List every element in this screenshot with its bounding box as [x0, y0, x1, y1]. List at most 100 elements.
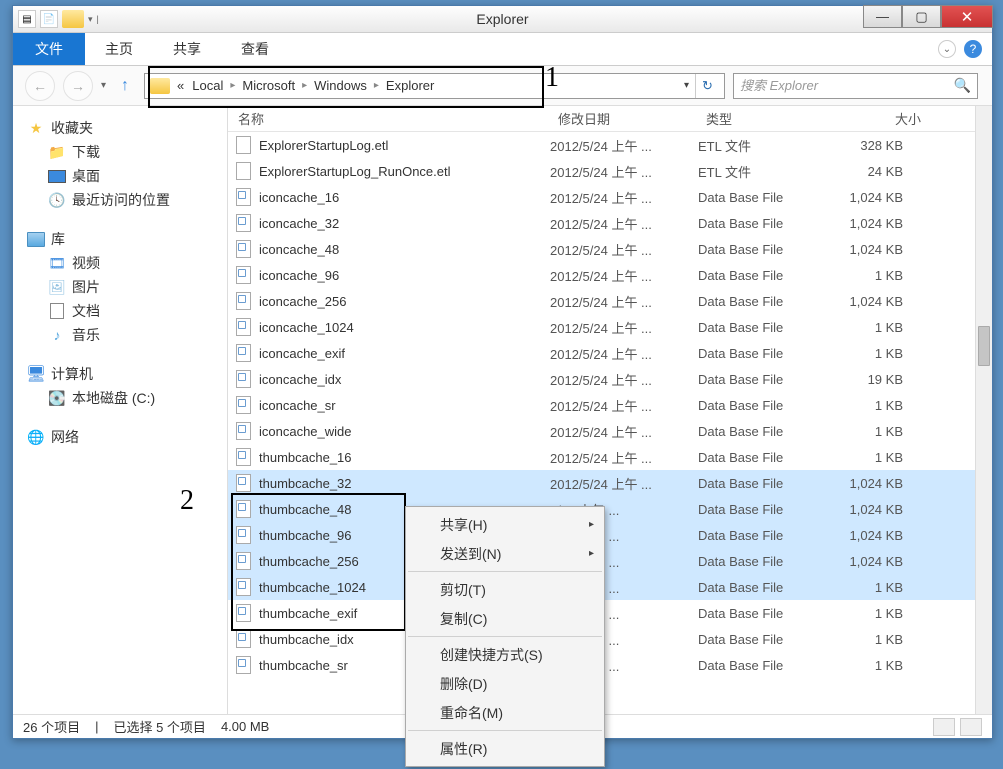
network-heading[interactable]: 🌐 网络: [13, 425, 227, 449]
divider-icon: |: [97, 14, 99, 24]
address-dropdown-icon[interactable]: ▾: [684, 80, 689, 91]
address-bar[interactable]: « Local ▸ Microsoft ▸ Windows ▸ Explorer…: [144, 73, 725, 99]
crumb-ellipsis[interactable]: «: [173, 78, 188, 93]
chevron-right-icon[interactable]: ▸: [299, 80, 310, 91]
file-row[interactable]: iconcache_962012/5/24 上午 ...Data Base Fi…: [228, 262, 992, 288]
maximize-button[interactable]: ▢: [902, 5, 941, 28]
favorites-heading[interactable]: ★ 收藏夹: [13, 116, 227, 140]
ctx-properties[interactable]: 属性(R): [406, 734, 604, 763]
minimize-button[interactable]: —: [863, 5, 902, 28]
new-folder-icon[interactable]: 📄: [40, 10, 58, 28]
chevron-right-icon[interactable]: ▸: [227, 80, 238, 91]
up-button[interactable]: ↑: [114, 75, 136, 97]
file-row[interactable]: iconcache_482012/5/24 上午 ...Data Base Fi…: [228, 236, 992, 262]
ctx-share[interactable]: 共享(H) ▸: [406, 510, 604, 539]
col-date[interactable]: 修改日期: [548, 109, 696, 128]
share-tab[interactable]: 共享: [153, 33, 221, 65]
db-file-icon: [233, 317, 253, 337]
close-button[interactable]: ✕: [941, 5, 993, 28]
crumb-explorer[interactable]: Explorer: [382, 78, 438, 93]
col-type[interactable]: 类型: [696, 109, 846, 128]
collapse-ribbon-icon[interactable]: ⌄: [938, 40, 956, 58]
file-row[interactable]: iconcache_10242012/5/24 上午 ...Data Base …: [228, 314, 992, 340]
help-icon[interactable]: ?: [964, 40, 982, 58]
forward-button[interactable]: →: [63, 71, 93, 101]
home-tab[interactable]: 主页: [85, 33, 153, 65]
chevron-right-icon[interactable]: ▸: [371, 80, 382, 91]
file-row[interactable]: iconcache_exif2012/5/24 上午 ...Data Base …: [228, 340, 992, 366]
crumb-microsoft[interactable]: Microsoft: [238, 78, 299, 93]
file-row[interactable]: iconcache_sr2012/5/24 上午 ...Data Base Fi…: [228, 392, 992, 418]
file-type: Data Base File: [698, 190, 848, 205]
file-size: 1 KB: [848, 580, 933, 595]
file-row[interactable]: iconcache_wide2012/5/24 上午 ...Data Base …: [228, 418, 992, 444]
search-box[interactable]: 🔍: [733, 73, 978, 99]
vertical-scrollbar[interactable]: [975, 106, 992, 714]
file-row[interactable]: thumbcache_322012/5/24 上午 ...Data Base F…: [228, 470, 992, 496]
favorites-group: ★ 收藏夹 📁 下载 桌面 🕓 最近访问的位置: [13, 116, 227, 212]
libraries-heading[interactable]: 库: [13, 227, 227, 251]
sidebar-item-pictures[interactable]: 🖼 图片: [13, 275, 227, 299]
sidebar-item-documents[interactable]: 文档: [13, 299, 227, 323]
network-label: 网络: [51, 427, 79, 447]
download-icon: 📁: [48, 143, 66, 161]
ribbon: 文件 主页 共享 查看 ⌄ ?: [13, 33, 992, 66]
file-row[interactable]: thumbcache_2565/24 上午 ...Data Base File1…: [228, 548, 992, 574]
ctx-shortcut-label: 创建快捷方式(S): [440, 645, 543, 665]
col-name[interactable]: 名称: [228, 109, 548, 128]
ctx-shortcut[interactable]: 创建快捷方式(S): [406, 640, 604, 669]
chevron-right-icon: ▸: [589, 519, 594, 530]
sidebar-item-desktop[interactable]: 桌面: [13, 164, 227, 188]
folder-icon[interactable]: [62, 10, 84, 28]
file-row[interactable]: ExplorerStartupLog.etl2012/5/24 上午 ...ET…: [228, 132, 992, 158]
file-type: Data Base File: [698, 216, 848, 231]
sidebar-item-disk-c[interactable]: 💽 本地磁盘 (C:): [13, 386, 227, 410]
file-row[interactable]: thumbcache_10245/24 上午 ...Data Base File…: [228, 574, 992, 600]
window-title: Explorer: [476, 11, 528, 27]
refresh-button[interactable]: ↻: [695, 74, 719, 98]
qat-dropdown-icon[interactable]: ▾: [88, 14, 93, 25]
crumb-windows[interactable]: Windows: [310, 78, 371, 93]
ctx-delete[interactable]: 删除(D): [406, 669, 604, 698]
file-name: iconcache_wide: [253, 424, 550, 439]
col-size[interactable]: 大小: [846, 109, 931, 128]
network-icon: 🌐: [27, 428, 45, 446]
file-tab[interactable]: 文件: [13, 33, 85, 65]
file-date: 2012/5/24 上午 ...: [550, 240, 698, 259]
ctx-cut[interactable]: 剪切(T): [406, 575, 604, 604]
file-row[interactable]: thumbcache_exif5/24 上午 ...Data Base File…: [228, 600, 992, 626]
sidebar-item-music[interactable]: ♪ 音乐: [13, 323, 227, 347]
file-row[interactable]: thumbcache_965/24 上午 ...Data Base File1,…: [228, 522, 992, 548]
video-icon: 🎞: [48, 254, 66, 272]
icons-view-button[interactable]: [960, 718, 982, 736]
search-icon[interactable]: 🔍: [954, 77, 971, 94]
sidebar-item-video[interactable]: 🎞 视频: [13, 251, 227, 275]
sidebar-item-recent[interactable]: 🕓 最近访问的位置: [13, 188, 227, 212]
scrollbar-thumb[interactable]: [978, 326, 990, 366]
item-label: 下载: [72, 142, 100, 162]
sidebar-item-downloads[interactable]: 📁 下载: [13, 140, 227, 164]
file-row[interactable]: thumbcache_485/24 上午 ...Data Base File1,…: [228, 496, 992, 522]
ctx-copy[interactable]: 复制(C): [406, 604, 604, 633]
view-tab[interactable]: 查看: [221, 33, 289, 65]
properties-icon[interactable]: ▤: [18, 10, 36, 28]
file-list[interactable]: ExplorerStartupLog.etl2012/5/24 上午 ...ET…: [228, 132, 992, 714]
back-button[interactable]: ←: [25, 71, 55, 101]
crumb-local[interactable]: Local: [188, 78, 227, 93]
ctx-rename[interactable]: 重命名(M): [406, 698, 604, 727]
history-dropdown-icon[interactable]: ▾: [101, 80, 106, 91]
file-size: 24 KB: [848, 164, 933, 179]
details-view-button[interactable]: [933, 718, 955, 736]
file-row[interactable]: thumbcache_idx5/24 上午 ...Data Base File1…: [228, 626, 992, 652]
file-row[interactable]: ExplorerStartupLog_RunOnce.etl2012/5/24 …: [228, 158, 992, 184]
file-row[interactable]: iconcache_322012/5/24 上午 ...Data Base Fi…: [228, 210, 992, 236]
file-row[interactable]: iconcache_2562012/5/24 上午 ...Data Base F…: [228, 288, 992, 314]
file-row[interactable]: iconcache_162012/5/24 上午 ...Data Base Fi…: [228, 184, 992, 210]
file-row[interactable]: thumbcache_sr5/24 上午 ...Data Base File1 …: [228, 652, 992, 678]
file-row[interactable]: thumbcache_162012/5/24 上午 ...Data Base F…: [228, 444, 992, 470]
search-input[interactable]: [740, 78, 954, 93]
item-label: 文档: [72, 301, 100, 321]
file-row[interactable]: iconcache_idx2012/5/24 上午 ...Data Base F…: [228, 366, 992, 392]
computer-heading[interactable]: 🖥 计算机: [13, 362, 227, 386]
ctx-sendto[interactable]: 发送到(N) ▸: [406, 539, 604, 568]
